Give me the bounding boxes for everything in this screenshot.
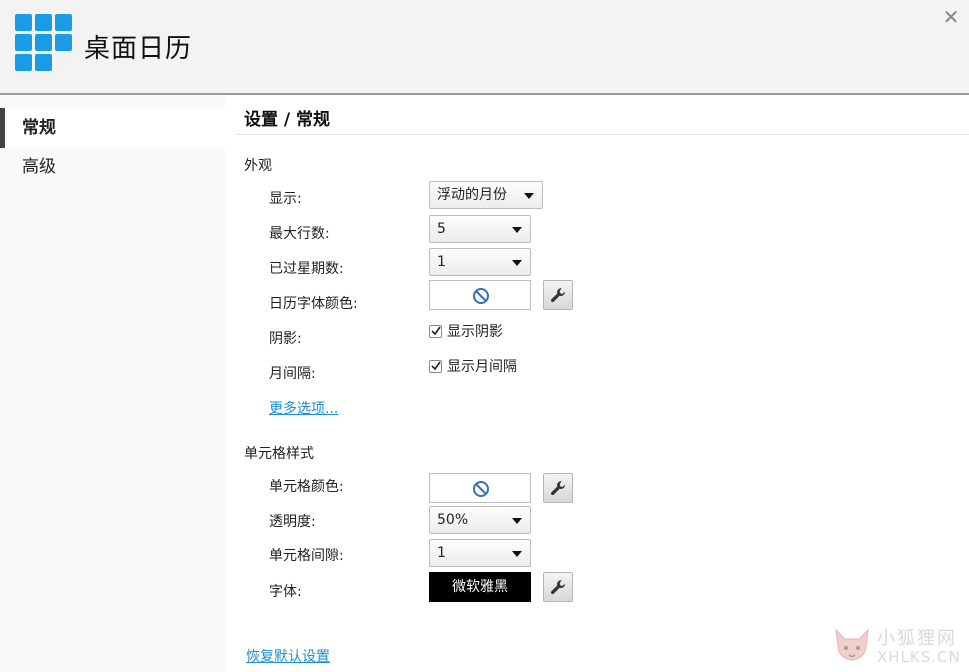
- font-label: 字体:: [269, 584, 302, 600]
- watermark-en: XHLKS.CN: [877, 648, 961, 666]
- font-color-wrench-button[interactable]: [543, 280, 573, 310]
- cell-color-label: 单元格颜色:: [269, 479, 344, 495]
- no-color-icon: [473, 481, 489, 497]
- checkbox-checked-icon: [429, 360, 442, 373]
- watermark: 小狐狸网 XHLKS.CN: [828, 620, 969, 672]
- cell-color-wrench-button[interactable]: [543, 473, 573, 503]
- month-gap-checkbox-label: 显示月间隔: [447, 359, 517, 375]
- max-rows-select[interactable]: 5: [429, 215, 531, 243]
- max-rows-select-value: 5: [437, 221, 446, 237]
- cell-gap-select-value: 1: [437, 545, 446, 561]
- no-color-icon: [473, 288, 489, 304]
- font-color-swatch[interactable]: [429, 280, 531, 310]
- month-gap-checkbox[interactable]: 显示月间隔: [429, 356, 517, 376]
- month-gap-label: 月间隔:: [269, 366, 316, 382]
- dropdown-arrow-icon: [512, 551, 522, 557]
- past-weeks-label: 已过星期数:: [269, 261, 344, 277]
- checkmark-icon: [431, 326, 441, 336]
- opacity-label: 透明度:: [269, 514, 316, 530]
- max-rows-label: 最大行数:: [269, 226, 330, 242]
- close-icon[interactable]: ✕: [941, 6, 961, 28]
- watermark-cn: 小狐狸网: [877, 628, 957, 649]
- more-options-link[interactable]: 更多选项...: [269, 398, 338, 418]
- cell-gap-select[interactable]: 1: [429, 539, 531, 567]
- cell-gap-label: 单元格间隙:: [269, 548, 344, 564]
- dropdown-arrow-icon: [524, 193, 534, 199]
- calendar-logo-icon: [15, 14, 75, 75]
- dropdown-arrow-icon: [512, 227, 522, 233]
- font-picker[interactable]: 微软雅黑: [429, 572, 531, 602]
- past-weeks-select[interactable]: 1: [429, 248, 531, 276]
- wrench-icon: [551, 481, 565, 496]
- section-cell-style: 单元格样式: [244, 446, 314, 462]
- font-color-label: 日历字体颜色:: [269, 296, 358, 312]
- opacity-select[interactable]: 50%: [429, 506, 531, 534]
- settings-panel: 设置 / 常规 外观 显示: 浮动的月份 最大行数: 5 已过星期数: 1 日历…: [226, 95, 969, 672]
- restore-defaults-link[interactable]: 恢复默认设置: [246, 646, 330, 666]
- past-weeks-select-value: 1: [437, 254, 446, 270]
- display-label: 显示:: [269, 191, 302, 207]
- opacity-select-value: 50%: [437, 512, 469, 528]
- fox-icon: [835, 628, 869, 661]
- checkmark-icon: [431, 361, 441, 371]
- title-divider: [236, 134, 969, 135]
- cell-color-swatch[interactable]: [429, 473, 531, 503]
- sidebar-item-general[interactable]: 常规: [0, 108, 226, 148]
- shadow-checkbox-label: 显示阴影: [447, 324, 503, 340]
- sidebar-item-advanced[interactable]: 高级: [0, 147, 226, 187]
- display-select-value: 浮动的月份: [437, 187, 507, 203]
- checkbox-checked-icon: [429, 325, 442, 338]
- page-title: 设置 / 常规: [244, 110, 331, 130]
- app-title: 桌面日历: [84, 34, 193, 64]
- dropdown-arrow-icon: [512, 518, 522, 524]
- font-wrench-button[interactable]: [543, 572, 573, 602]
- wrench-icon: [551, 580, 565, 595]
- wrench-icon: [551, 288, 565, 303]
- section-appearance: 外观: [244, 158, 272, 174]
- dropdown-arrow-icon: [512, 260, 522, 266]
- shadow-label: 阴影:: [269, 331, 302, 347]
- display-select[interactable]: 浮动的月份: [429, 181, 543, 209]
- title-bar: 桌面日历 ✕: [0, 0, 969, 95]
- shadow-checkbox[interactable]: 显示阴影: [429, 321, 503, 341]
- sidebar: 常规 高级: [0, 95, 226, 672]
